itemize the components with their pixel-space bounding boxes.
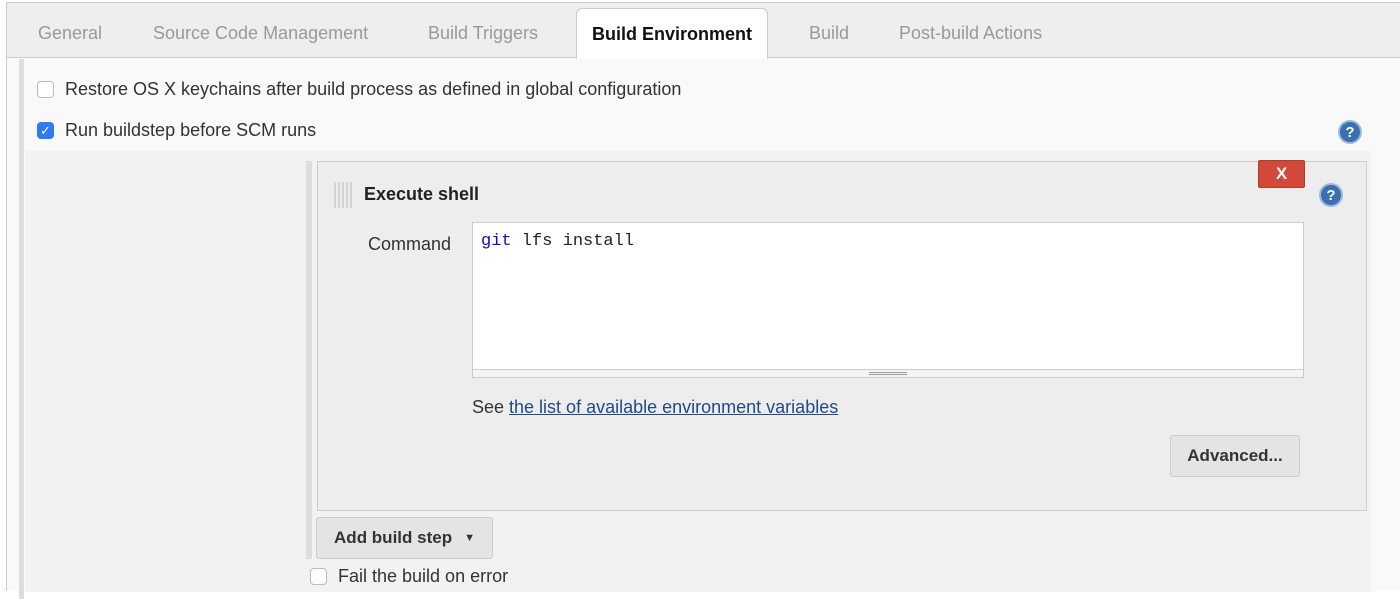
env-vars-hint: See the list of available environment va… bbox=[472, 397, 838, 418]
tab-bar: General Source Code Management Build Tri… bbox=[7, 3, 1400, 59]
run-buildstep-option: ✓ Run buildstep before SCM runs bbox=[37, 120, 316, 141]
add-build-step-button[interactable]: Add build step ▼ bbox=[316, 517, 493, 559]
advanced-button[interactable]: Advanced... bbox=[1170, 435, 1300, 477]
run-buildstep-label: Run buildstep before SCM runs bbox=[65, 120, 317, 140]
tab-general[interactable]: General bbox=[15, 8, 125, 58]
tab-source-code-management[interactable]: Source Code Management bbox=[130, 8, 391, 58]
fail-on-error-option: Fail the build on error bbox=[310, 566, 508, 587]
section-indent-bar bbox=[19, 59, 24, 599]
fail-on-error-checkbox[interactable] bbox=[310, 568, 327, 585]
fail-on-error-label: Fail the build on error bbox=[338, 566, 509, 586]
command-textarea[interactable]: git lfs install bbox=[472, 222, 1304, 378]
restore-keychains-checkbox[interactable] bbox=[37, 81, 54, 98]
restore-keychains-option: Restore OS X keychains after build proce… bbox=[37, 79, 681, 100]
drag-handle-icon[interactable] bbox=[334, 182, 352, 208]
dropdown-arrow-icon: ▼ bbox=[464, 532, 475, 544]
restore-keychains-label: Restore OS X keychains after build proce… bbox=[65, 79, 682, 99]
execute-shell-step: Execute shell X ? Command git lfs instal… bbox=[317, 160, 1367, 511]
command-text: lfs install bbox=[511, 232, 635, 251]
textarea-resize-handle[interactable] bbox=[473, 369, 1303, 377]
add-build-step-label: Add build step bbox=[334, 528, 453, 547]
buildstep-indent-bar bbox=[306, 161, 312, 559]
buildstep-section: Execute shell X ? Command git lfs instal… bbox=[25, 151, 1371, 592]
command-label: Command bbox=[368, 234, 452, 254]
command-keyword: git bbox=[481, 232, 512, 251]
config-panel: General Source Code Management Build Tri… bbox=[6, 2, 1400, 599]
step-title: Execute shell bbox=[364, 184, 480, 204]
run-buildstep-checkbox[interactable]: ✓ bbox=[37, 122, 54, 139]
delete-step-button[interactable]: X bbox=[1258, 160, 1305, 188]
env-vars-link[interactable]: the list of available environment variab… bbox=[509, 397, 838, 417]
help-icon[interactable]: ? bbox=[1338, 120, 1362, 144]
help-icon[interactable]: ? bbox=[1319, 183, 1343, 207]
tab-build-environment[interactable]: Build Environment bbox=[576, 8, 769, 59]
see-text: See bbox=[472, 397, 510, 417]
tab-build-triggers[interactable]: Build Triggers bbox=[405, 8, 561, 58]
tab-build[interactable]: Build bbox=[786, 8, 872, 58]
tab-post-build-actions[interactable]: Post-build Actions bbox=[876, 8, 1065, 58]
